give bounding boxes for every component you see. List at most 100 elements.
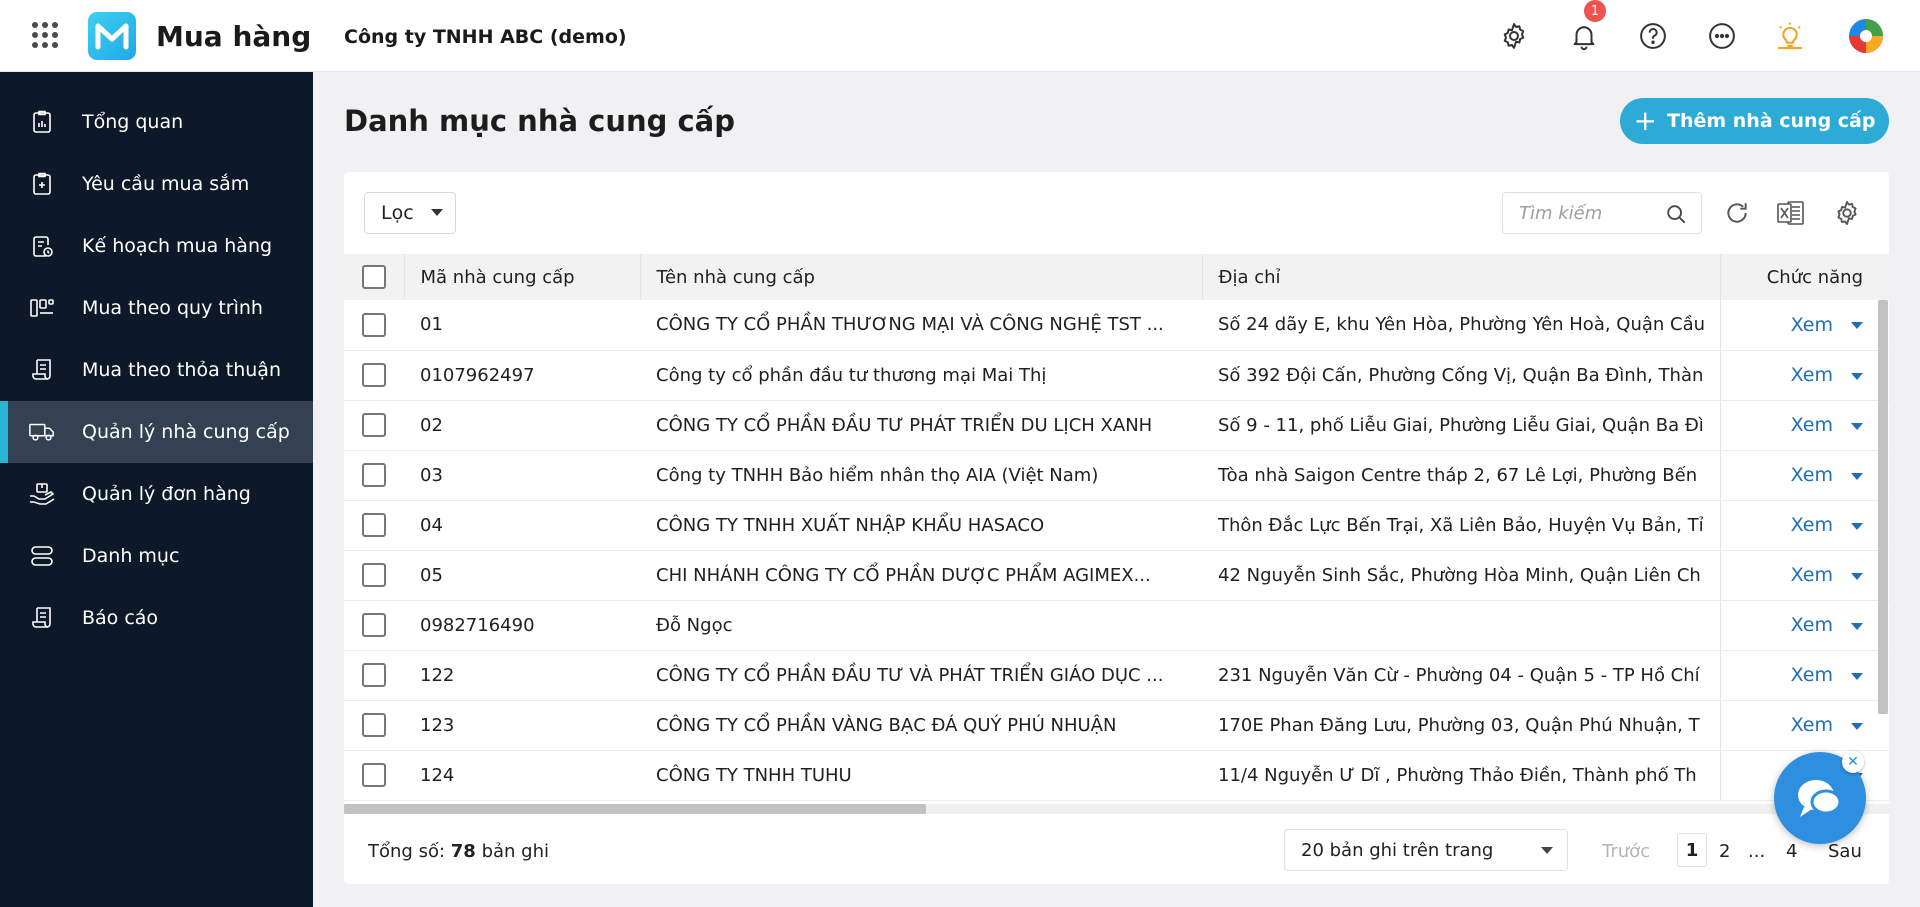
row-checkbox[interactable] [362,613,386,637]
caret-down-icon[interactable] [1851,672,1863,680]
vertical-scrollbar[interactable] [1878,300,1888,714]
sidebar-item-order-management[interactable]: Quản lý đơn hàng [0,463,313,525]
caret-down-icon[interactable] [1851,722,1863,730]
sidebar-item-purchase-request[interactable]: Yêu cầu mua sắm [0,153,313,215]
bell-icon[interactable] [1568,20,1600,52]
row-checkbox[interactable] [362,312,386,337]
excel-export-icon[interactable] [1776,198,1806,228]
settings-icon[interactable] [1498,20,1530,52]
apps-grid-icon[interactable] [32,22,58,48]
page-button-2[interactable]: 2 [1719,841,1730,862]
table-row[interactable]: 01 CÔNG TY CỔ PHẦN THƯƠNG MẠI VÀ CÔNG NGH… [344,300,1889,351]
page-button-4[interactable]: 4 [1786,841,1797,862]
column-header-name[interactable]: Tên nhà cung cấp [640,254,1203,300]
table-row[interactable]: 124 CÔNG TY TNHH TUHU 11/4 Nguyễn Ư Dĩ , P… [344,750,1889,801]
table-row[interactable]: 0107962497 Công ty cổ phần đầu tư thương … [344,350,1889,401]
horizontal-scroll-thumb[interactable] [344,804,926,814]
add-supplier-button[interactable]: + Thêm nhà cung cấp [1620,98,1889,144]
filter-dropdown[interactable]: Lọc [364,192,456,234]
view-button[interactable]: Xem [1791,364,1833,386]
row-checkbox[interactable] [362,513,386,537]
search-icon[interactable] [1665,203,1687,229]
row-checkbox[interactable] [362,763,386,787]
notification-badge: 1 [1584,0,1606,22]
plan-icon [28,232,56,260]
select-all-checkbox[interactable] [362,265,386,289]
caret-down-icon[interactable] [1851,622,1863,630]
sidebar-item-agreement-purchase[interactable]: Mua theo thỏa thuận [0,339,313,401]
table-row[interactable]: 0982716490 Đỗ Ngọc Xem [344,600,1889,651]
table-row[interactable]: 04 CÔNG TY TNHH XUẤT NHẬP KHẨU HASACO Thôn… [344,500,1889,551]
row-checkbox[interactable] [362,363,386,387]
caret-down-icon[interactable] [1851,472,1863,480]
cell-supplier-name: CÔNG TY TNHH TUHU [640,750,1202,801]
cell-supplier-name: CÔNG TY CỔ PHẦN VÀNG BẠC ĐÁ QUÝ PHÚ NHUẬ… [640,700,1202,751]
cell-supplier-address: 42 Nguyễn Sinh Sắc, Phường Hòa Minh, Quậ… [1202,550,1720,601]
caret-down-icon[interactable] [1851,572,1863,580]
company-name[interactable]: Công ty TNHH ABC (demo) [344,26,627,48]
view-button[interactable]: Xem [1791,464,1833,486]
caret-down-icon[interactable] [1851,422,1863,430]
sidebar-item-supplier-management[interactable]: Quản lý nhà cung cấp [0,401,313,463]
row-select-cell [344,450,404,501]
search-box [1502,192,1702,234]
per-page-select[interactable]: 20 bản ghi trên trang [1284,829,1568,871]
cell-supplier-code: 01 [404,300,640,351]
row-select-cell [344,500,404,551]
page-ellipsis[interactable]: ... [1748,841,1765,862]
add-supplier-label: Thêm nhà cung cấp [1666,110,1876,132]
view-button[interactable]: Xem [1791,314,1833,336]
table-row[interactable]: 123 CÔNG TY CỔ PHẦN VÀNG BẠC ĐÁ QUÝ PHÚ N… [344,700,1889,751]
row-checkbox[interactable] [362,463,386,487]
table-row[interactable]: 03 Công ty TNHH Bảo hiểm nhân thọ AIA (Vi… [344,450,1889,501]
caret-down-icon[interactable] [1851,522,1863,530]
table-row[interactable]: 02 CÔNG TY CỔ PHẦN ĐẦU TƯ PHÁT TRIỂN DU L… [344,400,1889,451]
view-button[interactable]: Xem [1791,714,1833,736]
view-button[interactable]: Xem [1791,514,1833,536]
cell-supplier-code: 122 [404,650,640,701]
sidebar-item-catalog[interactable]: Danh mục [0,525,313,587]
sidebar-item-purchase-plan[interactable]: Kế hoạch mua hàng [0,215,313,277]
refresh-icon[interactable] [1722,198,1752,228]
more-icon[interactable] [1706,20,1738,52]
view-button[interactable]: Xem [1791,664,1833,686]
row-checkbox[interactable] [362,713,386,737]
column-header-code[interactable]: Mã nhà cung cấp [404,254,641,300]
next-page-button[interactable]: Sau [1828,841,1862,862]
supplier-table-wrapper: Mã nhà cung cấp Tên nhà cung cấp Địa chỉ… [344,254,1889,804]
sidebar-item-label: Danh mục [82,545,180,567]
user-avatar-icon[interactable] [1848,18,1884,54]
cell-supplier-name: Đỗ Ngọc [640,600,1202,651]
search-input[interactable] [1503,193,1653,233]
horizontal-scrollbar[interactable] [344,804,1889,814]
view-button[interactable]: Xem [1791,614,1833,636]
caret-down-icon[interactable] [1851,372,1863,380]
cell-supplier-address: Thôn Đắc Lực Bến Trại, Xã Liên Bảo, Huyệ… [1202,500,1720,551]
cell-supplier-name: CHI NHÁNH CÔNG TY CỔ PHẦN DƯỢC PHẨM AGIM… [640,550,1202,601]
caret-down-icon[interactable] [1851,322,1863,330]
cell-actions: Xem [1719,550,1889,601]
page-button-1[interactable]: 1 [1677,833,1707,867]
view-button[interactable]: Xem [1791,414,1833,436]
table-row[interactable]: 05 CHI NHÁNH CÔNG TY CỔ PHẦN DƯỢC PHẨM AG… [344,550,1889,601]
chat-close-icon[interactable]: ✕ [1842,751,1864,773]
cell-supplier-address: 231 Nguyễn Văn Cừ - Phường 04 - Quận 5 -… [1202,650,1720,701]
help-icon[interactable] [1637,20,1669,52]
process-icon [28,294,56,322]
cell-supplier-address: 170E Phan Đăng Lưu, Phường 03, Quận Phú … [1202,700,1720,751]
sidebar-item-overview[interactable]: Tổng quan [0,91,313,153]
column-header-address[interactable]: Địa chỉ [1202,254,1721,300]
row-checkbox[interactable] [362,663,386,687]
view-button[interactable]: Xem [1791,564,1833,586]
sidebar-item-report[interactable]: Báo cáo [0,587,313,649]
table-row[interactable]: 122 CÔNG TY CỔ PHẦN ĐẦU TƯ VÀ PHÁT TRIỂN … [344,650,1889,701]
top-header: Mua hàng Công ty TNHH ABC (demo) 1 [0,0,1920,72]
row-checkbox[interactable] [362,413,386,437]
cell-supplier-name: CÔNG TY TNHH XUẤT NHẬP KHẨU HASACO [640,500,1202,551]
table-settings-icon[interactable] [1832,198,1862,228]
row-checkbox[interactable] [362,563,386,587]
sidebar-item-process-purchase[interactable]: Mua theo quy trình [0,277,313,339]
orders-icon [28,480,56,508]
lightbulb-icon[interactable] [1774,20,1806,52]
prev-page-button[interactable]: Trước [1602,841,1650,862]
